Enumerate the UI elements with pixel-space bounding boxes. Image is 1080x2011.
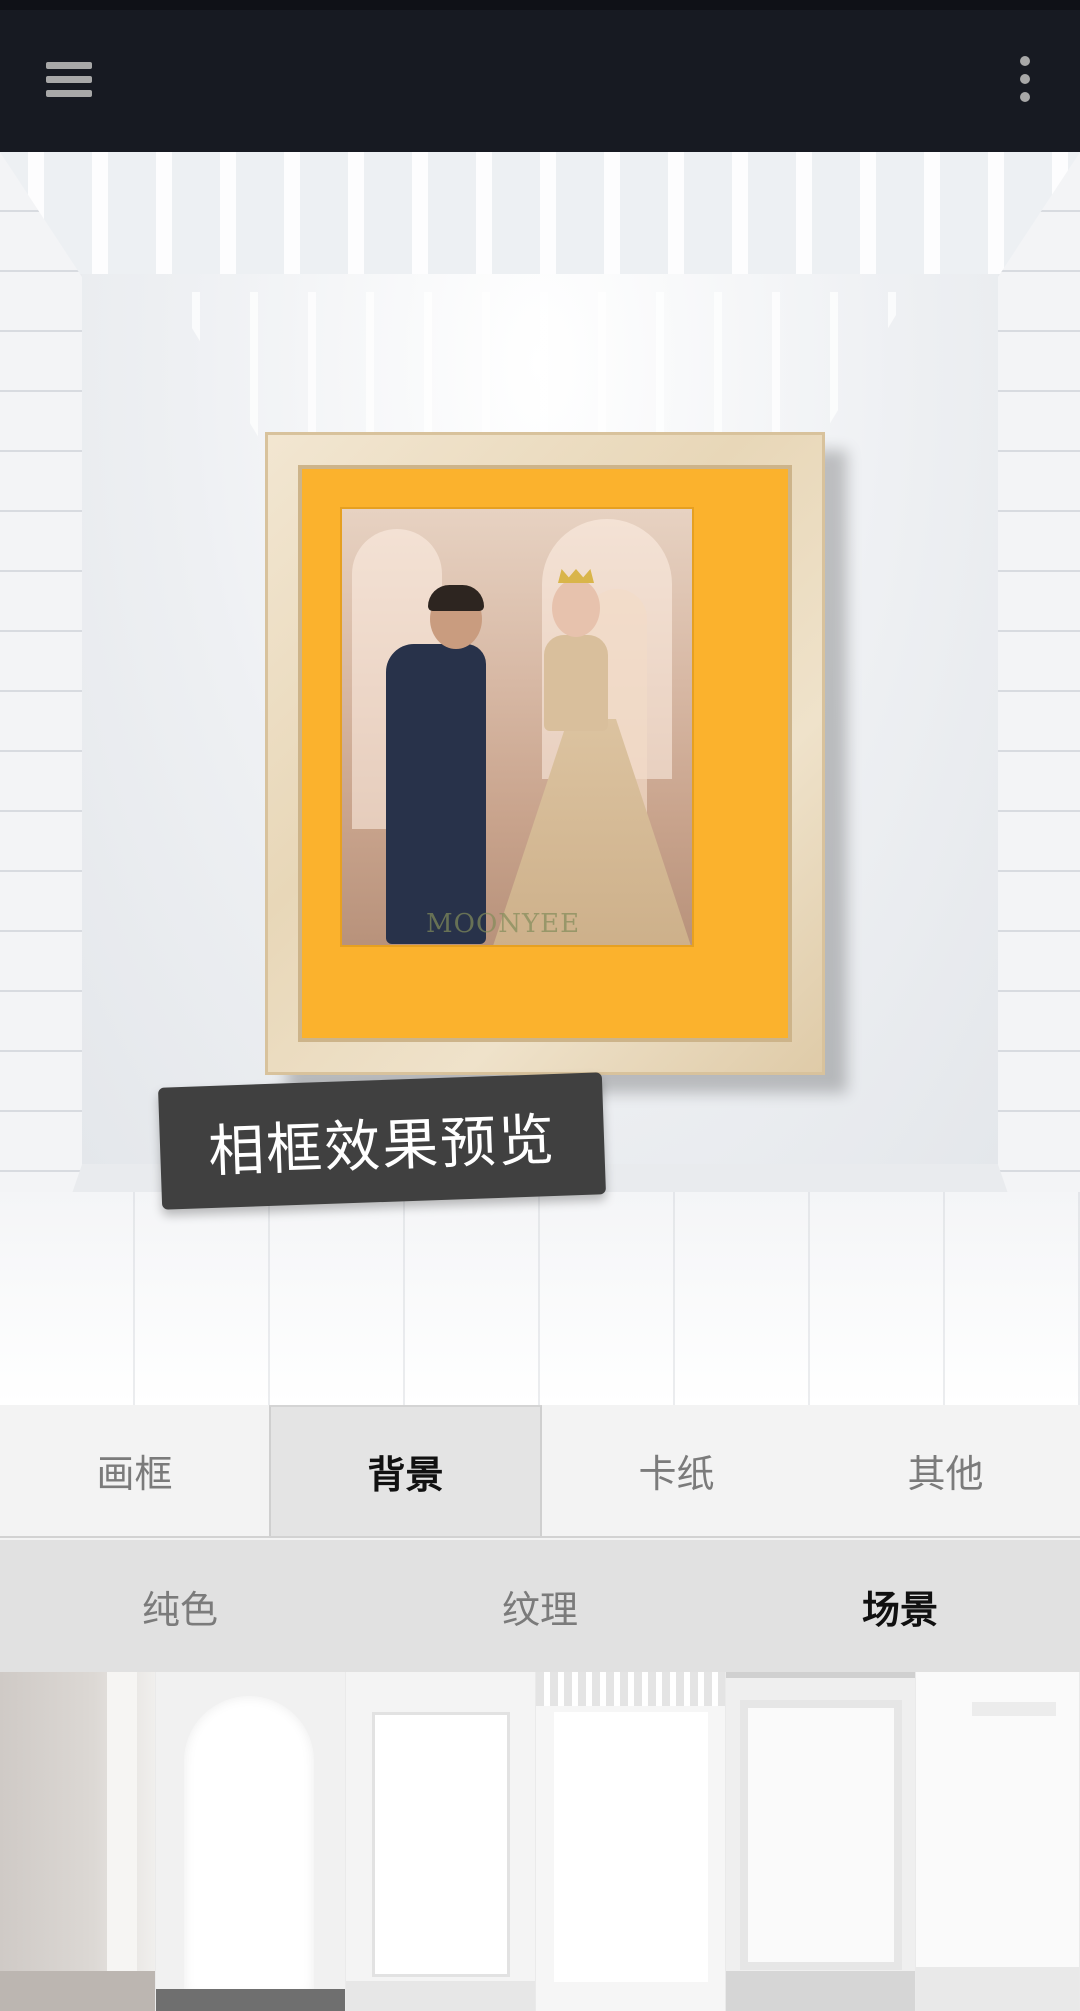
subtab-texture[interactable]: 纹理 xyxy=(360,1540,720,1672)
groom-suit xyxy=(386,644,486,944)
scene-thumbnail[interactable] xyxy=(536,1672,726,2011)
scene-thumbnail[interactable] xyxy=(156,1672,346,2011)
picture-frame[interactable]: MOONYEE xyxy=(265,432,825,1075)
tab-mat-board[interactable]: 卡纸 xyxy=(542,1405,811,1536)
app-root: MOONYEE 相框效果预览 画框 背景 卡纸 其他 纯色 纹理 场景 xyxy=(0,0,1080,2011)
main-tab-bar: 画框 背景 卡纸 其他 xyxy=(0,1405,1080,1538)
scene-thumbnail-strip[interactable] xyxy=(0,1672,1080,2011)
status-bar xyxy=(0,0,1080,10)
thumb-wall-edge xyxy=(107,1672,137,2011)
photo-bride xyxy=(492,569,692,945)
scene-thumbnail[interactable] xyxy=(0,1672,156,2011)
bride-bodice xyxy=(544,635,608,731)
photo-groom xyxy=(372,585,487,945)
more-dot xyxy=(1020,56,1030,66)
subtab-scene[interactable]: 场景 xyxy=(720,1540,1080,1672)
thumb-arch xyxy=(184,1696,314,1996)
thumb-ceiling-lights xyxy=(536,1672,725,1706)
floor-planks xyxy=(0,1192,1080,1405)
thumb-back-wall xyxy=(554,1712,708,1982)
thumb-floor xyxy=(346,1981,535,2011)
menu-icon-line xyxy=(46,90,92,97)
groom-hair xyxy=(428,585,484,611)
frame-mat: MOONYEE xyxy=(298,465,792,1042)
thumb-doorway xyxy=(740,1700,902,1970)
thumb-floor xyxy=(916,1967,1079,2011)
scene-thumbnail[interactable] xyxy=(916,1672,1080,2011)
ceiling-light-strips xyxy=(0,152,1080,274)
photo-watermark: MOONYEE xyxy=(426,909,581,939)
bride-crown xyxy=(558,569,594,583)
bride-head xyxy=(552,579,600,637)
scene-thumbnail-selected[interactable] xyxy=(726,1672,916,2011)
menu-icon-line xyxy=(46,76,92,83)
menu-icon[interactable] xyxy=(40,58,100,108)
wedding-photo: MOONYEE xyxy=(340,507,694,947)
thumb-floor xyxy=(726,1971,915,2011)
thumb-floor xyxy=(0,1971,155,2011)
tab-background[interactable]: 背景 xyxy=(269,1405,542,1536)
tab-frame[interactable]: 画框 xyxy=(0,1405,269,1536)
tab-other[interactable]: 其他 xyxy=(811,1405,1080,1536)
subtab-solid-color[interactable]: 纯色 xyxy=(0,1540,360,1672)
more-vertical-icon[interactable] xyxy=(1010,52,1040,112)
thumb-lamp xyxy=(972,1702,1056,1716)
thumb-panel xyxy=(372,1712,510,1977)
sub-tab-bar: 纯色 纹理 场景 xyxy=(0,1540,1080,1672)
more-dot xyxy=(1020,74,1030,84)
preview-caption: 相框效果预览 xyxy=(158,1072,606,1210)
top-toolbar xyxy=(0,0,1080,152)
frame-preview-area: MOONYEE 相框效果预览 xyxy=(0,152,1080,1405)
selected-indicator xyxy=(726,1672,915,1678)
menu-icon-line xyxy=(46,62,92,69)
more-dot xyxy=(1020,92,1030,102)
scene-thumbnail[interactable] xyxy=(346,1672,536,2011)
thumb-floor xyxy=(156,1989,345,2011)
